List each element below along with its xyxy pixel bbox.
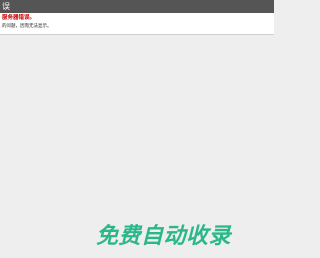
- watermark-text: 免费自动收录: [96, 224, 232, 249]
- error-page: 误 服务器错误。 的问题，因而无法显示。 免费自动收录: [0, 0, 274, 258]
- title-text: 误: [2, 2, 10, 11]
- error-panel: 服务器错误。 的问题，因而无法显示。: [0, 13, 274, 35]
- watermark-logo: 免费自动收录: [96, 224, 231, 250]
- error-heading: 服务器错误。: [2, 15, 36, 21]
- title-bar: 误: [0, 0, 274, 13]
- error-detail: 的问题，因而无法显示。: [2, 24, 52, 29]
